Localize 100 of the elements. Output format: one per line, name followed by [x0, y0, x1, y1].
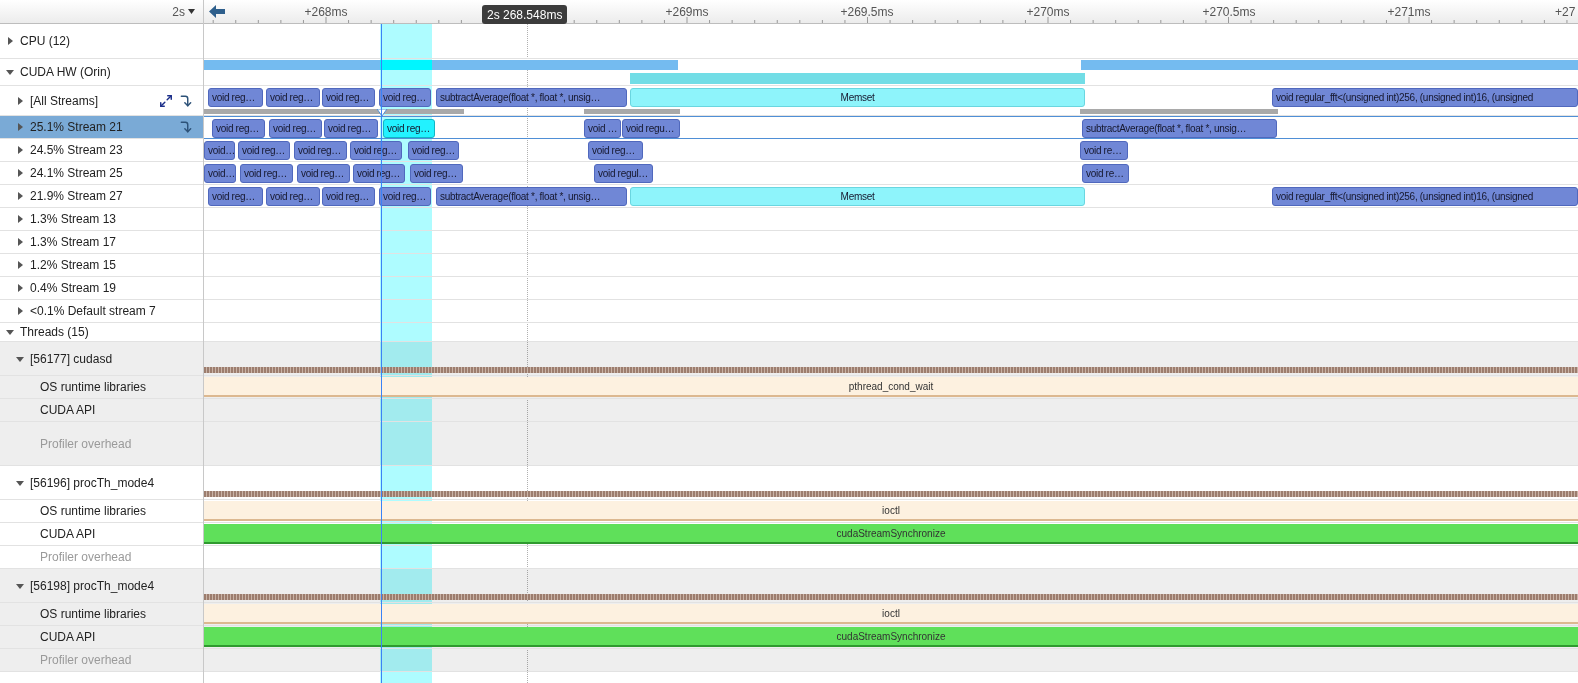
kernel-block[interactable]: void reg…	[297, 164, 350, 183]
track-label: CPU (12)	[20, 33, 70, 50]
track-label: 21.9% Stream 27	[30, 188, 123, 205]
kernel-block[interactable]: void reg…	[322, 187, 375, 206]
collapse-caret-icon[interactable]	[16, 581, 24, 590]
kernel-block[interactable]: void reg…	[208, 88, 263, 107]
expand-caret-icon[interactable]	[16, 146, 24, 154]
arrow-down-icon[interactable]	[179, 120, 193, 134]
memset-block[interactable]: Memset	[630, 187, 1085, 206]
expand-caret-icon[interactable]	[16, 307, 24, 315]
time-tick-label: +270ms	[1026, 4, 1070, 21]
track-row[interactable]: CUDA API	[0, 626, 203, 649]
track-label: [56177] cudasd	[30, 350, 113, 368]
track-label: OS runtime libraries	[40, 606, 147, 623]
kernel-block[interactable]: void regu…	[622, 119, 680, 138]
kernel-block[interactable]: subtractAverage(float *, float *, unsig…	[436, 88, 627, 107]
expand-caret-icon[interactable]	[16, 215, 24, 223]
memset-block[interactable]: Memset	[630, 88, 1085, 107]
runtime-call-bar[interactable]: ioctl	[204, 604, 1578, 624]
track-label: [56196] procTh_mode4	[30, 474, 155, 492]
expand-arrows-icon[interactable]	[159, 93, 173, 108]
track-row[interactable]: [56177] cudasd	[0, 342, 203, 376]
kernel-block[interactable]: void…	[204, 141, 235, 160]
kernel-block[interactable]: void re…	[1082, 164, 1129, 183]
kernel-block[interactable]: void reg…	[294, 141, 347, 160]
track-label: 24.5% Stream 23	[30, 142, 123, 159]
kernel-block[interactable]: void reg…	[212, 119, 265, 138]
expand-caret-icon[interactable]	[16, 261, 24, 269]
kernel-block[interactable]: void …	[584, 119, 621, 138]
kernel-block[interactable]: void reg…	[322, 88, 375, 107]
track-label: Profiler overhead	[40, 652, 132, 669]
kernel-block[interactable]: void reg…	[238, 141, 290, 160]
arrow-down-icon[interactable]	[179, 93, 193, 108]
track-label: OS runtime libraries	[40, 379, 147, 396]
track-label: Profiler overhead	[40, 549, 132, 566]
runtime-call-bar[interactable]: pthread_cond_wait	[204, 377, 1578, 397]
collapse-caret-icon[interactable]	[6, 68, 14, 76]
kernel-block[interactable]: void reg…	[240, 164, 293, 183]
time-tick-label: +269ms	[665, 4, 709, 21]
track-label: 1.3% Stream 17	[30, 234, 117, 251]
time-tick-label: +27	[1555, 4, 1576, 21]
kernel-block[interactable]: void reg…	[324, 119, 378, 138]
kernel-block[interactable]: void re…	[1080, 141, 1128, 160]
expand-caret-icon[interactable]	[16, 284, 24, 292]
track-label: Profiler overhead	[40, 435, 132, 453]
expand-caret-icon[interactable]	[6, 37, 14, 45]
expand-caret-icon[interactable]	[16, 238, 24, 246]
cursor-time-label: 2s 268.548ms	[482, 5, 568, 24]
track-label: 0.4% Stream 19	[30, 280, 117, 297]
time-tick-label: +269.5ms	[840, 4, 894, 21]
kernel-block[interactable]: void reg…	[266, 187, 320, 206]
track-label: OS runtime libraries	[40, 503, 147, 520]
runtime-call-bar[interactable]: ioctl	[204, 501, 1578, 521]
time-tick-label: +270.5ms	[1202, 4, 1256, 21]
kernel-block[interactable]: void regul…	[594, 164, 653, 183]
collapse-caret-icon[interactable]	[16, 354, 24, 363]
time-tick-label: +268ms	[304, 4, 348, 21]
kernel-block[interactable]: void reg…	[266, 88, 320, 107]
track-label: Threads (15)	[20, 324, 89, 341]
kernel-block[interactable]: void reg…	[379, 187, 431, 206]
expand-caret-icon[interactable]	[16, 169, 24, 177]
kernel-block[interactable]: void regular_fft<(unsigned int)256, (unsigned int)16, (unsigned	[1272, 88, 1578, 107]
kernel-block[interactable]: void…	[204, 164, 236, 183]
track-label: 1.3% Stream 13	[30, 211, 117, 228]
back-arrow-icon[interactable]	[209, 5, 225, 18]
track-label: CUDA API	[40, 402, 96, 419]
kernel-block[interactable]: subtractAverage(float *, float *, unsig…	[436, 187, 627, 206]
api-call-bar[interactable]: cudaStreamSynchronize	[204, 524, 1578, 544]
time-tick-label: +271ms	[1387, 4, 1431, 21]
track-label: [All Streams]	[30, 92, 98, 110]
track-label: CUDA API	[40, 629, 96, 646]
kernel-block[interactable]: subtractAverage(float *, float *, unsig…	[1082, 119, 1277, 138]
track-label: CUDA HW (Orin)	[20, 64, 111, 81]
track-label: 1.2% Stream 15	[30, 257, 117, 274]
expand-caret-icon[interactable]	[16, 96, 24, 105]
kernel-block[interactable]: void reg…	[208, 187, 263, 206]
track-label: CUDA API	[40, 526, 96, 543]
kernel-block[interactable]: void reg…	[588, 141, 643, 160]
kernel-block[interactable]: void reg…	[408, 141, 459, 160]
expand-caret-icon[interactable]	[16, 123, 24, 131]
track-label: 25.1% Stream 21	[30, 119, 123, 136]
track-row[interactable]: CUDA API	[0, 399, 203, 422]
kernel-block[interactable]: void reg…	[379, 88, 431, 107]
track-label: <0.1% Default stream 7	[30, 303, 156, 320]
kernel-block[interactable]: void regular_fft<(unsigned int)256, (unsigned int)16, (unsigned	[1272, 187, 1578, 206]
range-dropdown[interactable]: 2s	[172, 2, 195, 21]
collapse-caret-icon[interactable]	[6, 328, 14, 336]
track-row[interactable]: OS runtime libraries	[0, 376, 203, 399]
kernel-block[interactable]: void reg…	[383, 119, 435, 138]
kernel-block[interactable]: void reg…	[350, 141, 402, 160]
track-row[interactable]: OS runtime libraries	[0, 603, 203, 626]
expand-caret-icon[interactable]	[16, 192, 24, 200]
kernel-block[interactable]: void reg…	[410, 164, 463, 183]
track-row[interactable]: 25.1% Stream 21	[0, 116, 203, 139]
kernel-block[interactable]: void reg…	[269, 119, 322, 138]
api-call-bar[interactable]: cudaStreamSynchronize	[204, 627, 1578, 647]
track-row[interactable]: [56198] procTh_mode4	[0, 569, 203, 603]
track-label: [56198] procTh_mode4	[30, 577, 155, 595]
track-label: 24.1% Stream 25	[30, 165, 123, 182]
collapse-caret-icon[interactable]	[16, 478, 24, 487]
